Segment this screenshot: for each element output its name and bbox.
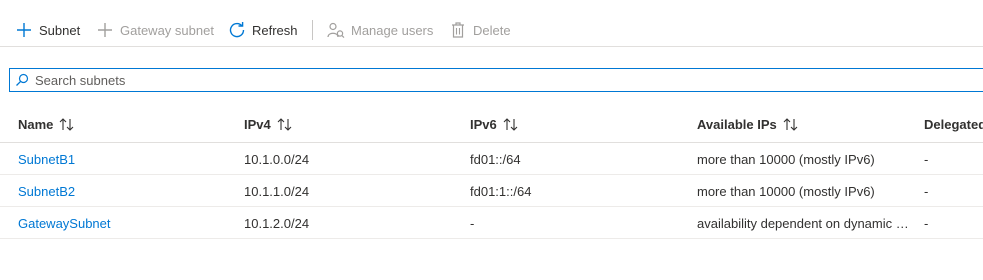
table-row[interactable]: SubnetB1 10.1.0.0/24 fd01::/64 more than… xyxy=(0,143,983,175)
add-gateway-subnet-label: Gateway subnet xyxy=(120,22,214,38)
subnet-name-link[interactable]: SubnetB1 xyxy=(18,152,228,167)
trash-icon xyxy=(452,22,464,38)
ipv4-cell: 10.1.1.0/24 xyxy=(244,184,310,199)
users-icon xyxy=(327,22,345,39)
add-gateway-subnet-button[interactable]: Gateway subnet xyxy=(96,18,214,42)
refresh-icon xyxy=(229,22,245,38)
subnets-table: Name IPv4 IPv6 Available IPs Delegated S… xyxy=(0,107,983,239)
plus-icon xyxy=(98,23,112,37)
ipv4-cell: 10.1.2.0/24 xyxy=(244,216,310,231)
column-header-name[interactable]: Name xyxy=(18,117,75,132)
table-header: Name IPv4 IPv6 Available IPs Delegated xyxy=(0,107,983,143)
search-box[interactable] xyxy=(9,68,983,92)
sort-icon xyxy=(783,118,798,131)
search-input[interactable] xyxy=(35,72,935,88)
toolbar-divider xyxy=(312,20,313,40)
available-ips-cell: more than 10000 (mostly IPv6) xyxy=(697,152,875,167)
column-header-label: Name xyxy=(18,117,54,132)
delete-button[interactable]: Delete xyxy=(449,18,511,42)
plus-icon xyxy=(17,23,31,37)
ipv4-cell: 10.1.0.0/24 xyxy=(244,152,310,167)
delegated-cell: - xyxy=(924,216,929,231)
refresh-label: Refresh xyxy=(252,22,298,38)
subnet-name-link[interactable]: GatewaySubnet xyxy=(18,216,228,231)
add-subnet-button[interactable]: Subnet xyxy=(15,18,80,42)
delegated-cell: - xyxy=(924,184,929,199)
column-header-label: Available IPs xyxy=(697,117,777,132)
command-bar: Subnet Gateway subnet Refresh Manage use… xyxy=(0,0,983,47)
available-ips-cell: more than 10000 (mostly IPv6) xyxy=(697,184,875,199)
sort-icon xyxy=(503,118,518,131)
sort-icon xyxy=(277,118,292,131)
column-header-label: IPv6 xyxy=(470,117,497,132)
refresh-button[interactable]: Refresh xyxy=(228,18,298,42)
subnet-name-link[interactable]: SubnetB2 xyxy=(18,184,228,199)
column-header-ipv6[interactable]: IPv6 xyxy=(470,117,519,132)
delete-label: Delete xyxy=(473,22,511,38)
ipv6-cell: - xyxy=(470,216,475,231)
add-subnet-label: Subnet xyxy=(39,22,81,38)
search-icon xyxy=(16,73,29,86)
column-header-label: Delegated to xyxy=(924,117,983,132)
column-header-available-ips[interactable]: Available IPs xyxy=(697,117,799,132)
manage-users-label: Manage users xyxy=(351,22,434,38)
available-ips-cell: availability dependent on dynamic usage xyxy=(697,216,915,231)
delegated-cell: - xyxy=(924,152,929,167)
column-header-ipv4[interactable]: IPv4 xyxy=(244,117,293,132)
column-header-delegated-to[interactable]: Delegated to xyxy=(924,117,983,132)
table-row[interactable]: GatewaySubnet 10.1.2.0/24 - availability… xyxy=(0,207,983,239)
ipv6-cell: fd01::/64 xyxy=(470,152,521,167)
table-row[interactable]: SubnetB2 10.1.1.0/24 fd01:1::/64 more th… xyxy=(0,175,983,207)
sort-icon xyxy=(60,118,74,131)
ipv6-cell: fd01:1::/64 xyxy=(470,184,532,199)
manage-users-button[interactable]: Manage users xyxy=(327,18,433,42)
column-header-label: IPv4 xyxy=(244,117,271,132)
